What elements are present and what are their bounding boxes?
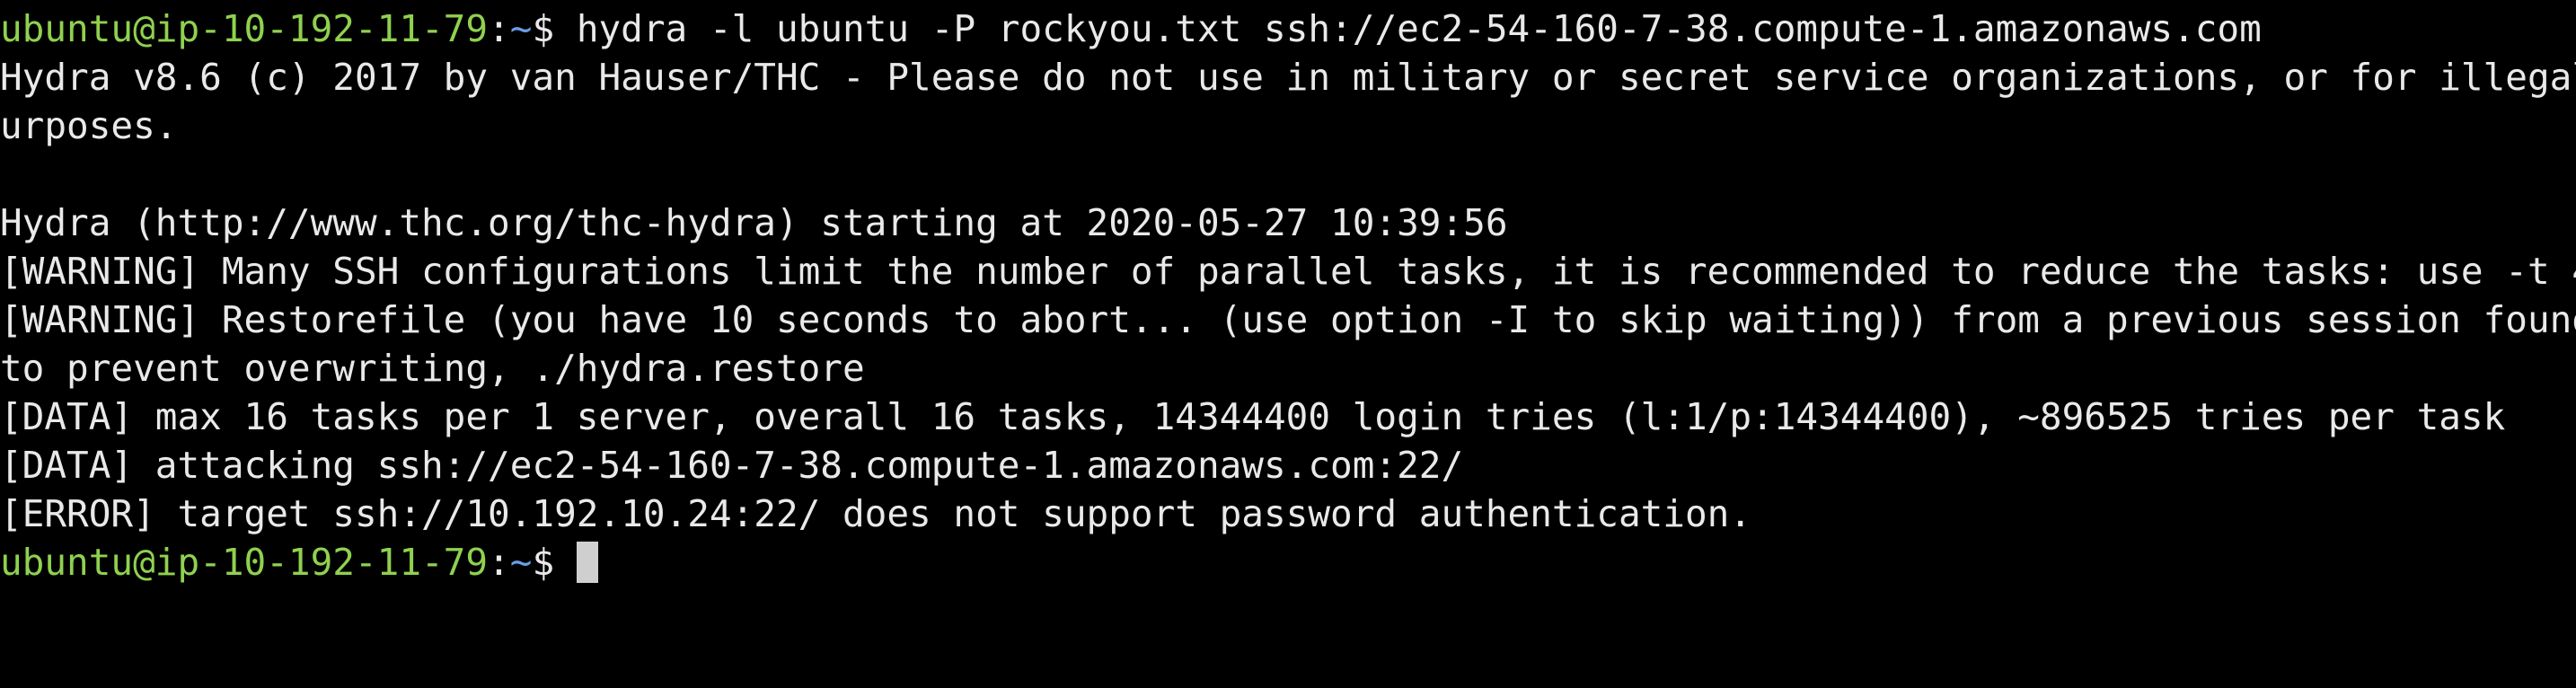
output-start-line: Hydra (http://www.thc.org/thc-hydra) sta…: [0, 201, 1508, 244]
prompt-path: ~: [509, 7, 533, 50]
output-blank-line: [0, 150, 2576, 198]
output-banner-line-1: Hydra v8.6 (c) 2017 by van Hauser/THC - …: [0, 56, 2576, 99]
prompt-separator: :: [488, 7, 510, 50]
text-cursor: [576, 542, 598, 583]
output-error-line: [ERROR] target ssh://10.192.10.24:22/ do…: [0, 492, 1752, 535]
output-warning-line-2: [WARNING] Restorefile (you have 10 secon…: [0, 298, 2576, 341]
output-data-line-1: [DATA] max 16 tasks per 1 server, overal…: [0, 395, 2506, 438]
terminal-window[interactable]: ubuntu@ip-10-192-11-79:~$ hydra -l ubunt…: [0, 0, 2576, 688]
active-prompt-line[interactable]: ubuntu@ip-10-192-11-79:~$: [0, 538, 2576, 587]
prompt-dollar: $: [532, 7, 577, 50]
output-data-line-2: [DATA] attacking ssh://ec2-54-160-7-38.c…: [0, 444, 1464, 487]
output-warning-line-1: [WARNING] Many SSH configurations limit …: [0, 250, 2576, 293]
output-warning-line-3: to prevent overwriting, ./hydra.restore: [0, 347, 865, 390]
prompt-user-host: ubuntu@ip-10-192-11-79: [0, 7, 489, 50]
command-line: ubuntu@ip-10-192-11-79:~$ hydra -l ubunt…: [0, 4, 2576, 53]
command-text: hydra -l ubuntu -P rockyou.txt ssh://ec2…: [576, 7, 2262, 50]
prompt-dollar: $: [532, 541, 577, 584]
prompt-path: ~: [509, 541, 533, 584]
prompt-user-host: ubuntu@ip-10-192-11-79: [0, 541, 489, 584]
prompt-separator: :: [488, 541, 510, 584]
output-banner-line-2: urposes.: [0, 104, 178, 147]
